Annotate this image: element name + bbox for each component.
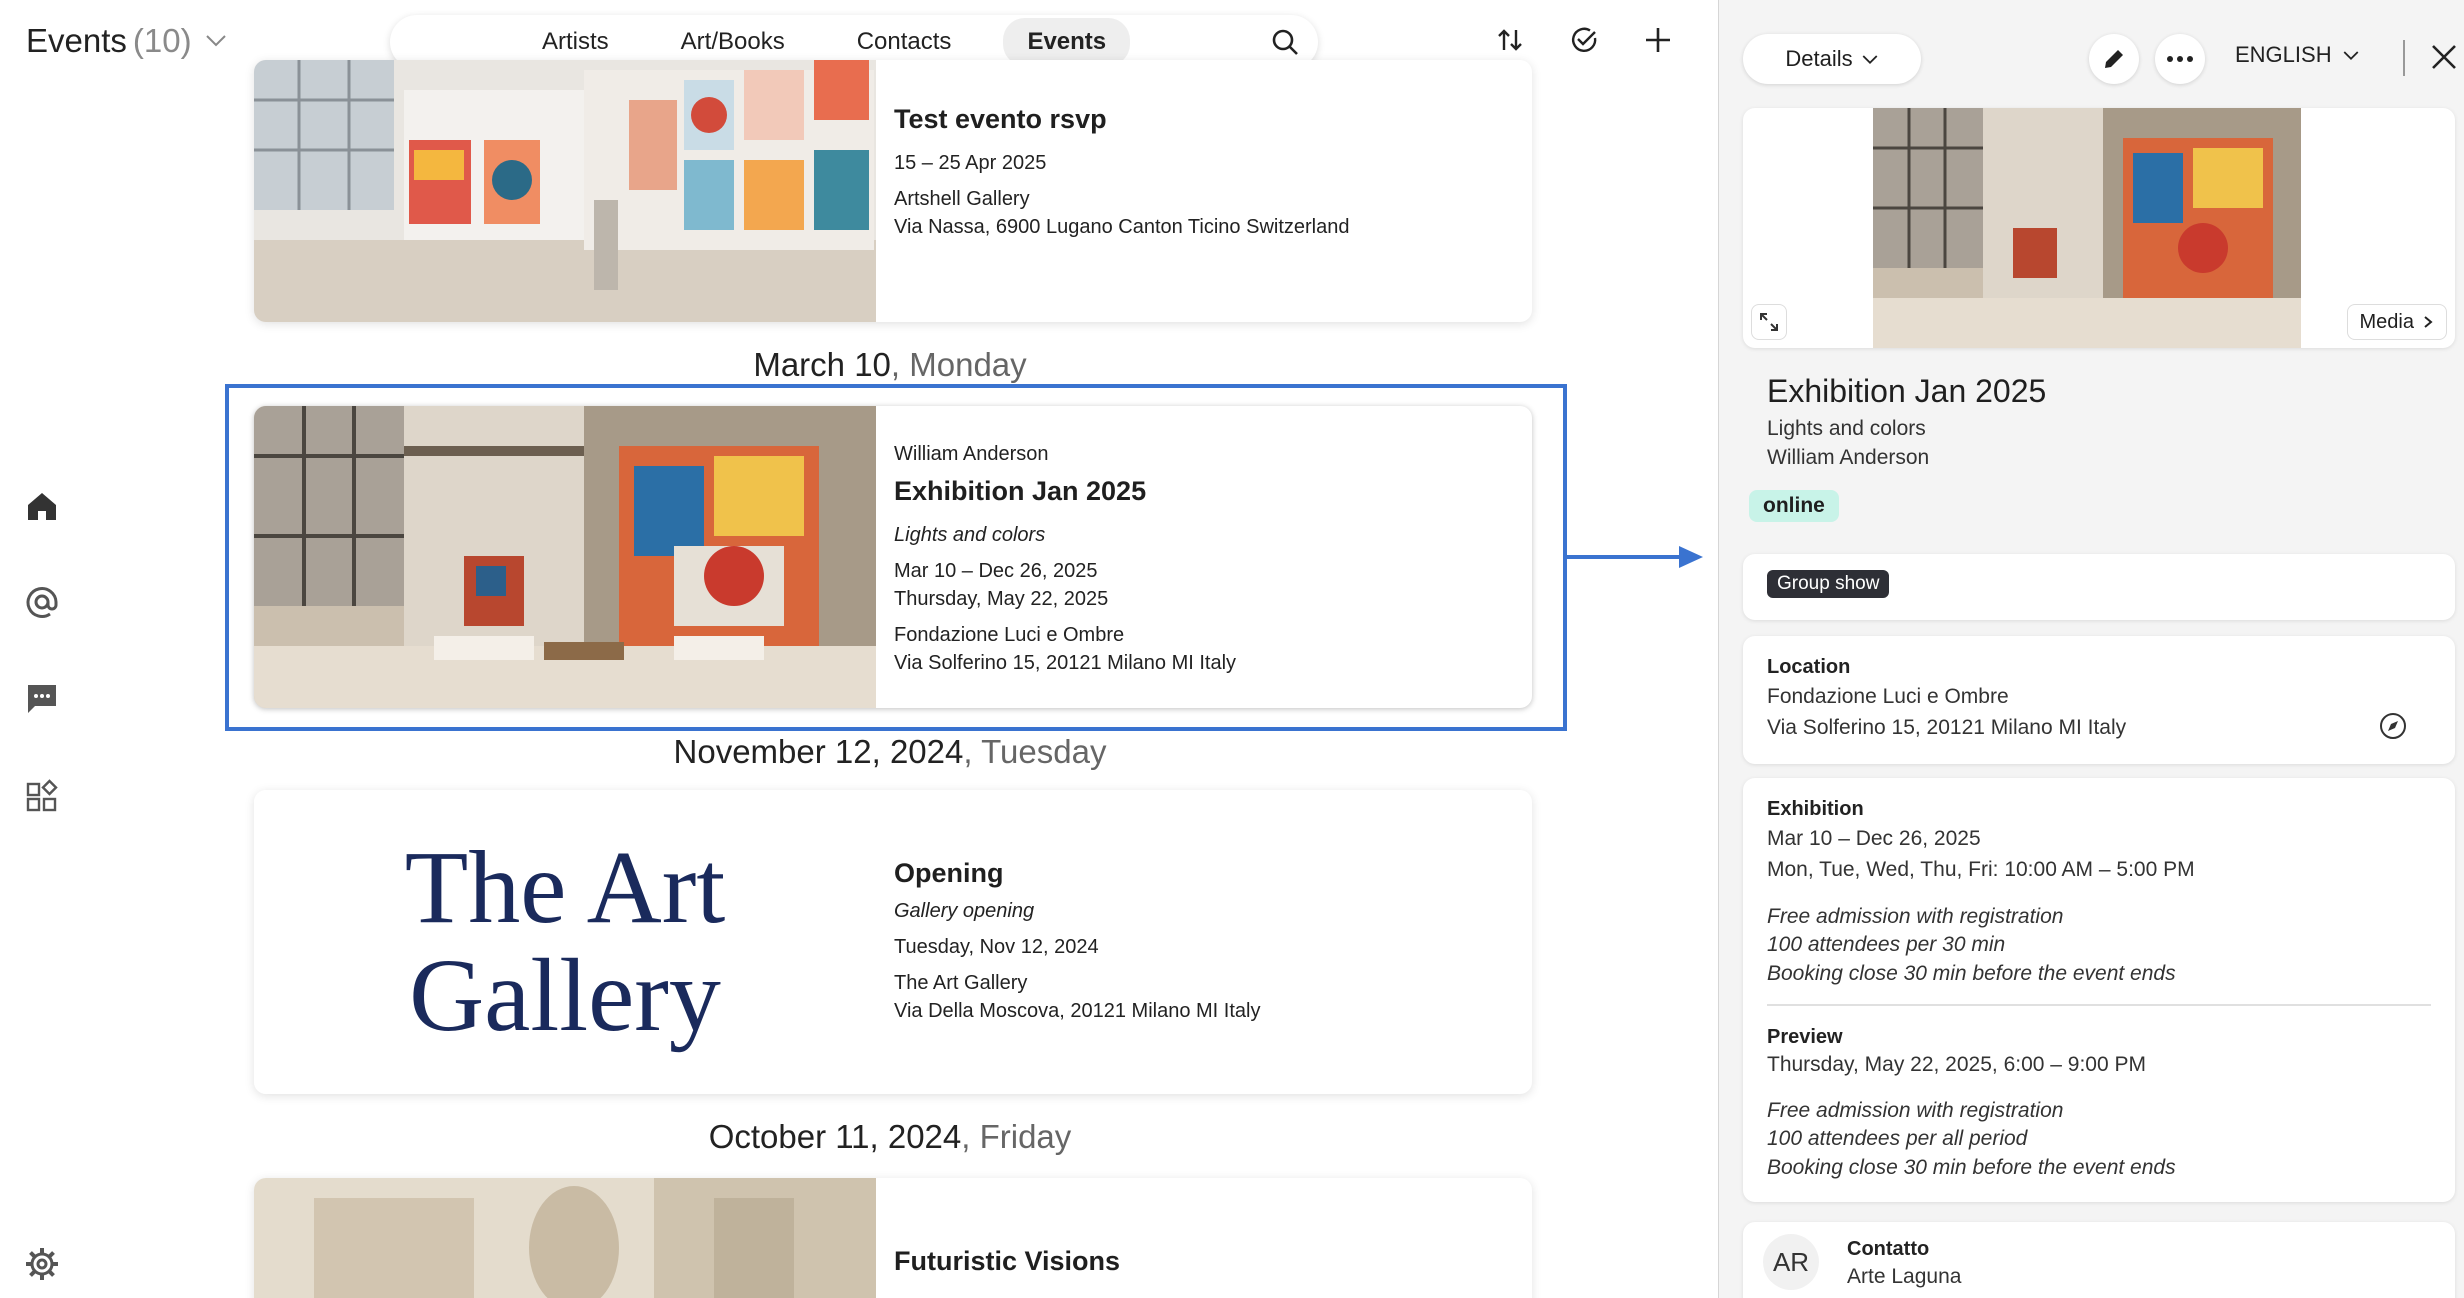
exhibition-note: Free admission with registration: [1767, 905, 2064, 928]
event-image-logo: The Art Gallery: [254, 790, 876, 1094]
tags-card: Group show: [1743, 554, 2455, 620]
avatar-initials: AR: [1772, 1246, 1810, 1277]
location-card: Location Fondazione Luci e Ombre Via Sol…: [1743, 636, 2455, 764]
status-badge: online: [1749, 490, 1839, 522]
tab-events[interactable]: Events: [1003, 18, 1131, 66]
event-title: Opening: [894, 858, 1004, 888]
preview-note: Free admission with registration: [1767, 1099, 2064, 1122]
chevron-down-icon: [205, 35, 226, 47]
chevron-down-icon: [1862, 55, 1878, 65]
media-button-label: Media: [2359, 310, 2414, 333]
close-icon[interactable]: [2431, 44, 2457, 70]
event-venue: Artshell Gallery: [894, 188, 1030, 210]
date-header-weekday: , Friday: [961, 1118, 1072, 1155]
home-icon[interactable]: [24, 488, 60, 524]
tab-contacts[interactable]: Contacts: [833, 18, 976, 66]
gallery-logo-line2: Gallery: [409, 938, 721, 1053]
exhibition-label: Exhibition: [1767, 798, 1864, 820]
event-cover-image: [1873, 108, 2301, 348]
language-selector[interactable]: ENGLISH: [2235, 42, 2360, 68]
expand-button[interactable]: [1751, 304, 1787, 340]
details-dropdown-label: Details: [1785, 46, 1853, 71]
pencil-icon: [2105, 50, 2123, 68]
check-circle-icon[interactable]: [1568, 24, 1600, 56]
chat-icon[interactable]: [24, 680, 60, 716]
exhibition-hours: Mon, Tue, Wed, Thu, Fri: 10:00 AM – 5:00…: [1767, 858, 2195, 881]
details-panel: Details ENGLISH Media Exhibition Jan 202…: [1718, 0, 2464, 1298]
avatar: AR: [1763, 1234, 1819, 1290]
divider: [1767, 1004, 2431, 1006]
tab-art-books[interactable]: Art/Books: [657, 18, 809, 66]
date-header: March 10, Monday: [250, 346, 1530, 384]
tab-artists[interactable]: Artists: [518, 18, 633, 66]
page-title-text: Events: [26, 22, 127, 59]
preview-date: Thursday, May 22, 2025, 6:00 – 9:00 PM: [1767, 1053, 2146, 1076]
preview-note: Booking close 30 min before the event en…: [1767, 1156, 2176, 1179]
exhibition-note: 100 attendees per 30 min: [1767, 933, 2006, 956]
event-address: Via Della Moscova, 20121 Milano MI Italy: [894, 1000, 1261, 1022]
location-venue: Fondazione Luci e Ombre: [1767, 685, 2009, 708]
location-label: Location: [1767, 656, 1851, 678]
selection-highlight: [225, 384, 1567, 731]
event-card[interactable]: Test evento rsvp 15 – 25 Apr 2025 Artshe…: [254, 60, 1532, 322]
event-image: [254, 60, 876, 322]
settings-icon[interactable]: [24, 1246, 60, 1282]
event-dates: 15 – 25 Apr 2025: [894, 152, 1047, 174]
arrow-right-icon: [1567, 546, 1703, 568]
date-header-date: November 12, 2024: [673, 733, 964, 770]
preview-label: Preview: [1767, 1026, 1843, 1048]
tag-badge[interactable]: Group show: [1767, 570, 1890, 598]
sort-icon[interactable]: [1494, 24, 1526, 56]
compass-icon[interactable]: [2379, 712, 2407, 740]
event-title: Test evento rsvp: [894, 104, 1107, 134]
event-card[interactable]: Futuristic Visions: [254, 1178, 1532, 1298]
date-header: November 12, 2024, Tuesday: [250, 733, 1530, 771]
search-icon[interactable]: [1270, 27, 1300, 57]
event-dates: Tuesday, Nov 12, 2024: [894, 936, 1099, 958]
date-header-weekday: , Monday: [890, 346, 1027, 383]
details-dropdown[interactable]: Details: [1743, 34, 1921, 84]
media-card: Media: [1743, 108, 2455, 348]
edit-button[interactable]: [2089, 34, 2139, 84]
event-card[interactable]: The Art Gallery Opening Gallery opening …: [254, 790, 1532, 1094]
exhibition-note: Booking close 30 min before the event en…: [1767, 962, 2176, 985]
chevron-right-icon: [2424, 316, 2433, 328]
contact-label: Contatto: [1847, 1238, 1930, 1260]
event-address: Via Nassa, 6900 Lugano Canton Ticino Swi…: [894, 216, 1350, 238]
widgets-icon[interactable]: [24, 778, 60, 814]
chevron-down-icon: [2343, 51, 2358, 61]
expand-icon: [1760, 313, 1778, 331]
event-venue: The Art Gallery: [894, 972, 1028, 994]
language-label: ENGLISH: [2235, 42, 2332, 67]
page-title[interactable]: Events (10): [26, 22, 228, 60]
event-subtitle: Gallery opening: [894, 900, 1035, 922]
more-horizontal-icon: [2167, 56, 2193, 62]
detail-artist: William Anderson: [1767, 446, 1930, 469]
events-count: (10): [132, 22, 192, 59]
detail-title: Exhibition Jan 2025: [1767, 373, 2047, 409]
media-button[interactable]: Media: [2346, 304, 2447, 340]
exhibition-dates: Mar 10 – Dec 26, 2025: [1767, 827, 1981, 850]
more-button[interactable]: [2155, 34, 2205, 84]
date-header-date: March 10: [753, 346, 891, 383]
date-header-weekday: , Tuesday: [963, 733, 1107, 770]
contact-name: Arte Laguna: [1847, 1265, 1962, 1288]
divider: [2403, 40, 2405, 76]
date-header-date: October 11, 2024: [708, 1118, 962, 1155]
at-icon[interactable]: [24, 584, 60, 620]
preview-note: 100 attendees per all period: [1767, 1127, 2028, 1150]
date-header: October 11, 2024, Friday: [250, 1118, 1530, 1156]
contact-card[interactable]: AR Contatto Arte Laguna: [1743, 1222, 2455, 1298]
schedule-card: Exhibition Mar 10 – Dec 26, 2025 Mon, Tu…: [1743, 778, 2455, 1202]
event-image: [254, 1178, 876, 1298]
detail-subtitle: Lights and colors: [1767, 417, 1926, 440]
gallery-logo-line1: The Art: [404, 830, 726, 945]
event-title: Futuristic Visions: [894, 1246, 1121, 1276]
location-address: Via Solferino 15, 20121 Milano MI Italy: [1767, 716, 2127, 739]
add-icon[interactable]: [1642, 24, 1674, 56]
